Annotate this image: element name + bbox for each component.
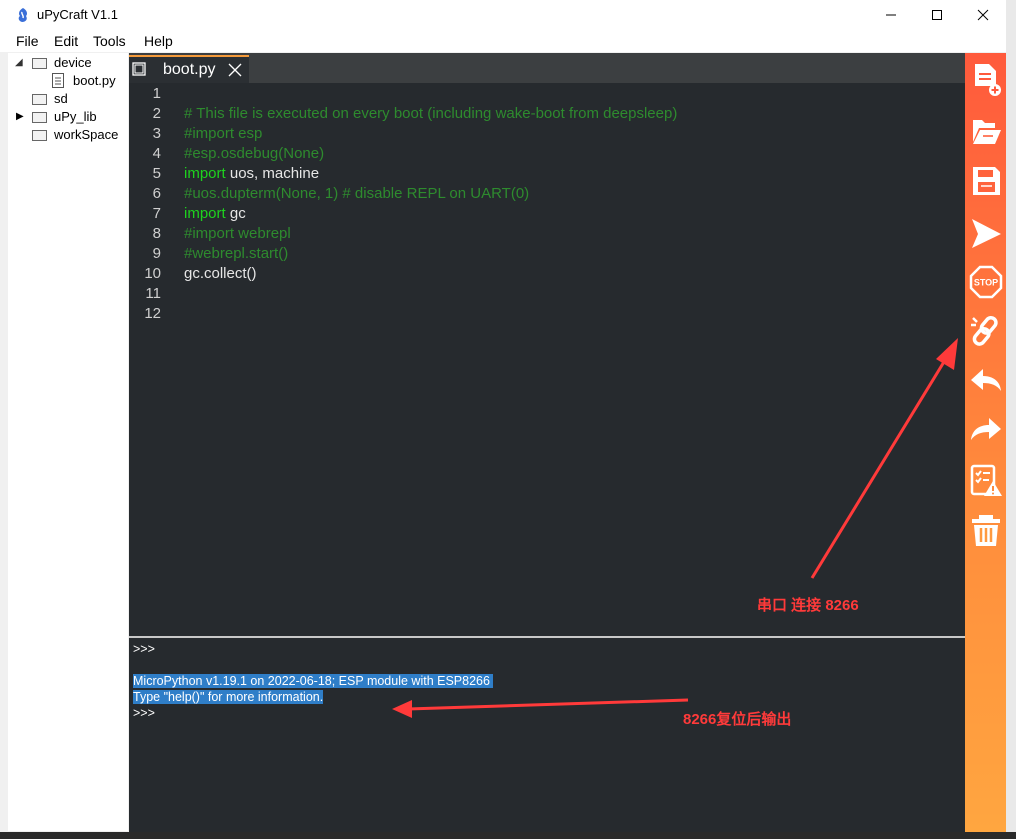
line-number: 9	[152, 245, 161, 262]
tab-close-icon[interactable]	[228, 63, 242, 77]
code-line-7: import gc	[184, 205, 246, 222]
tree-item-device[interactable]: device	[54, 54, 92, 72]
save-icon[interactable]	[969, 164, 1003, 198]
selected-text: MicroPython v1.19.1 on 2022-06-18; ESP m…	[133, 674, 494, 688]
keyword: import	[184, 165, 226, 182]
stop-icon[interactable]: STOP	[969, 265, 1003, 299]
maximize-button[interactable]	[914, 0, 960, 30]
undo-icon[interactable]	[969, 365, 1003, 399]
code-line-5: import uos, machine	[184, 165, 319, 182]
line-number-gutter: 1 2 3 4 5 6 7 8 9 10 11 12	[129, 83, 182, 636]
code-line-2: # This file is executed on every boot (i…	[184, 105, 678, 122]
window-title: uPyCraft V1.1	[37, 7, 118, 22]
expand-arrow-icon[interactable]: ◢	[15, 57, 23, 68]
file-icon	[52, 73, 64, 88]
folder-icon	[32, 112, 47, 123]
right-toolbar: STOP	[965, 53, 1006, 832]
svg-text:STOP: STOP	[974, 278, 998, 288]
desktop-background	[0, 832, 1016, 839]
run-icon[interactable]	[969, 216, 1003, 250]
app-logo-icon	[18, 8, 27, 22]
menu-help[interactable]: Help	[144, 33, 173, 49]
selected-text: Type "help()" for more information.	[133, 690, 324, 704]
code-line-8: #import webrepl	[184, 225, 291, 242]
line-number: 10	[144, 265, 161, 282]
tab-file-icon	[132, 62, 146, 76]
line-number: 6	[152, 185, 161, 202]
folder-icon	[32, 94, 47, 105]
app-window: uPyCraft V1.1 File Edit Tools Help ◢ dev…	[0, 0, 1006, 832]
tab-boot-py[interactable]: boot.py	[129, 55, 249, 83]
line-number: 2	[152, 105, 161, 122]
line-number: 4	[152, 145, 161, 162]
tab-bar	[129, 53, 965, 83]
code-editor[interactable]: 1 2 3 4 5 6 7 8 9 10 11 12 # This file i…	[129, 83, 965, 636]
line-number: 1	[152, 85, 161, 102]
tree-item-upy-lib[interactable]: uPy_lib	[54, 108, 97, 126]
tree-item-workspace[interactable]: workSpace	[54, 126, 118, 144]
code-line-9: #webrepl.start()	[184, 245, 289, 262]
title-bar: uPyCraft V1.1	[0, 0, 1006, 30]
code-text: gc	[225, 205, 246, 222]
keyword: import	[184, 205, 226, 222]
menu-edit[interactable]: Edit	[54, 33, 78, 49]
close-icon	[977, 9, 989, 21]
folder-icon	[32, 130, 47, 141]
menu-bar: File Edit Tools Help	[0, 30, 1006, 52]
clear-icon[interactable]	[969, 513, 1003, 547]
tree-item-boot-py[interactable]: boot.py	[73, 72, 116, 90]
menu-tools[interactable]: Tools	[93, 33, 126, 49]
redo-icon[interactable]	[969, 414, 1003, 448]
repl-prompt: >>>	[133, 706, 155, 720]
maximize-icon	[932, 10, 942, 20]
repl-terminal[interactable]: >>> MicroPython v1.19.1 on 2022-06-18; E…	[129, 638, 965, 832]
new-file-icon[interactable]	[969, 62, 1003, 96]
repl-output-line: Type "help()" for more information.	[133, 690, 324, 704]
line-number: 5	[152, 165, 161, 182]
annotation-connect-label: 串口 连接 8266	[757, 597, 859, 614]
close-button[interactable]	[960, 0, 1006, 30]
repl-output-line: MicroPython v1.19.1 on 2022-06-18; ESP m…	[133, 674, 494, 688]
connect-icon[interactable]	[969, 314, 1003, 348]
code-line-3: #import esp	[184, 125, 263, 142]
minimize-button[interactable]	[868, 0, 914, 30]
annotation-output-label: 8266复位后输出	[683, 711, 792, 728]
collapsed-arrow-icon[interactable]: ▶	[16, 111, 24, 122]
background-window-edge	[1006, 0, 1016, 839]
code-line-4: #esp.osdebug(None)	[184, 145, 325, 162]
line-number: 8	[152, 225, 161, 242]
line-number: 11	[145, 285, 161, 302]
repl-prompt: >>>	[133, 642, 155, 656]
minimize-icon	[886, 14, 896, 16]
line-number: 3	[152, 125, 161, 142]
folder-icon	[32, 58, 47, 69]
open-file-icon[interactable]	[969, 114, 1003, 148]
menu-file[interactable]: File	[16, 33, 39, 49]
code-line-10: gc.collect()	[184, 265, 257, 282]
line-number: 12	[144, 305, 161, 322]
file-tree: ◢ device boot.py sd ▶ uPy_lib workSpace	[8, 53, 128, 831]
tab-label: boot.py	[163, 61, 216, 78]
line-number: 7	[152, 205, 161, 222]
tree-item-sd[interactable]: sd	[54, 90, 68, 108]
code-line-6: #uos.dupterm(None, 1) # disable REPL on …	[184, 185, 530, 202]
check-syntax-icon[interactable]	[969, 463, 1003, 497]
code-text: uos, machine	[225, 165, 320, 182]
